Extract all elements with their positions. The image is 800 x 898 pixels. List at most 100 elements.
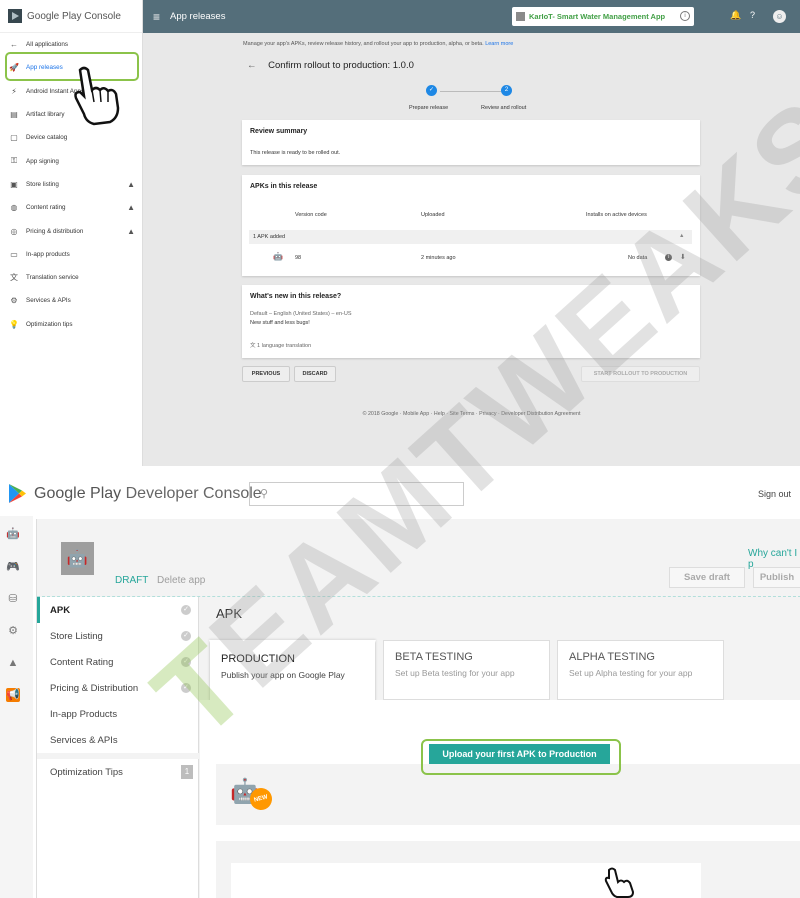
sidebar-item-label: Artifact library	[26, 111, 65, 119]
app-panel: 🤖 DRAFT Delete app Why can't I p Save dr…	[36, 519, 800, 898]
developer-console-screen: Google Play Developer Console ⚲ Sign out…	[0, 476, 800, 898]
whats-new-locale: Default – English (United States) – en-U…	[250, 311, 352, 317]
menu-item-pricing-distribution[interactable]: Pricing & Distribution ✓	[37, 675, 199, 701]
menu-item-content-rating[interactable]: Content Rating ✓	[37, 649, 199, 675]
publish-button[interactable]: Publish	[753, 567, 800, 588]
apks-card: APKs in this release Version code Upload…	[242, 175, 700, 276]
translate-icon: 文	[10, 273, 18, 283]
sidebar-item-translation-service[interactable]: 文 Translation service	[0, 266, 142, 289]
step-prepare-label: Prepare release	[409, 105, 449, 111]
menu-item-optimization-tips[interactable]: Optimization Tips 1	[37, 759, 199, 785]
step-done-icon: ✓	[426, 85, 437, 96]
tab-beta-sub: Set up Beta testing for your app	[395, 668, 515, 678]
upload-apk-button[interactable]: Upload your first APK to Production	[429, 744, 610, 764]
menu-item-label: Content Rating	[50, 656, 114, 668]
draft-status: DRAFT	[115, 575, 149, 586]
tab-production[interactable]: PRODUCTION Publish your app on Google Pl…	[209, 640, 376, 702]
instant-app-icon: ⚡	[11, 86, 17, 96]
gamepad-icon[interactable]: 🎮	[6, 560, 20, 574]
bell-icon[interactable]: 🔔	[730, 10, 741, 21]
optimization-label: Optimization Tips	[50, 766, 123, 778]
apk-installs: No data	[628, 255, 648, 261]
globe-icon: ◎	[10, 226, 18, 236]
delete-app-link[interactable]: Delete app	[157, 575, 205, 586]
whats-new-card: What's new in this release? Default – En…	[242, 285, 700, 358]
menu-item-services-apis[interactable]: Services & APIs	[37, 727, 199, 753]
store-icon: ▣	[10, 179, 18, 189]
library-icon: ▤	[10, 110, 18, 120]
sidebar-item-in-app-products[interactable]: ▭ In-app products	[0, 243, 142, 266]
alert-icon[interactable]: ▲	[6, 656, 20, 670]
database-icon[interactable]: ⛁	[6, 592, 20, 606]
download-icon[interactable]: ⬇	[680, 253, 686, 261]
tab-alpha-testing[interactable]: ALPHA TESTING Set up Alpha testing for y…	[557, 640, 724, 700]
previous-button[interactable]: PREVIOUS	[242, 366, 290, 382]
hand-pointer-icon-bottom	[604, 867, 635, 898]
tab-alpha-title: ALPHA TESTING	[569, 651, 655, 663]
brand-developer-console: Developer Console	[125, 484, 262, 502]
card-icon: ▭	[10, 249, 18, 259]
optimization-count: 1	[181, 765, 193, 779]
console-brand[interactable]: Google Play Console	[0, 0, 142, 33]
sidebar-item-label: Content rating	[26, 204, 66, 212]
search-box[interactable]: ⚲	[249, 482, 464, 506]
apk-info-icon[interactable]: i	[665, 254, 672, 261]
apk-version: 98	[295, 255, 302, 261]
app-name: KarIoT- Smart Water Management App	[529, 12, 666, 21]
sidebar-item-label: Optimization tips	[26, 320, 73, 328]
sidebar-item-content-rating[interactable]: ◍ Content rating ▲	[0, 196, 142, 219]
menu-item-apk[interactable]: APK ✓	[37, 597, 199, 623]
arrow-left-icon: ←	[10, 40, 18, 50]
settings-icon[interactable]: ⚙	[6, 624, 20, 638]
collapse-icon[interactable]: ▲	[679, 233, 684, 239]
whats-new-text: New stuff and less bugs!	[250, 320, 310, 326]
tab-beta-title: BETA TESTING	[395, 651, 473, 663]
discard-button[interactable]: DISCARD	[294, 366, 336, 382]
menu-item-label: Pricing & Distribution	[50, 682, 139, 694]
sidebar-item-label: In-app products	[26, 250, 70, 258]
apk-group-row[interactable]: 1 APK added ▲	[249, 230, 692, 244]
sidebar-item-services-apis[interactable]: ⚙ Services & APIs	[0, 289, 142, 312]
menu-item-label: Store Listing	[50, 630, 103, 642]
back-arrow-icon[interactable]: ←	[247, 60, 257, 71]
sidebar-item-pricing-distribution[interactable]: ◎ Pricing & distribution ▲	[0, 219, 142, 242]
top-header: ≡ App releases KarIoT- Smart Water Manag…	[143, 0, 800, 33]
avatar-icon[interactable]: ☺	[773, 10, 786, 23]
sidebar-item-optimization-tips[interactable]: 💡 Optimization tips	[0, 313, 142, 336]
apk-uploaded: 2 minutes ago	[421, 255, 456, 261]
menu-item-label: In-app Products	[50, 708, 118, 720]
help-icon[interactable]: ?	[750, 10, 755, 20]
warning-icon: ▲	[127, 179, 135, 189]
info-icon[interactable]: i	[680, 11, 690, 21]
sign-out-link[interactable]: Sign out	[758, 489, 791, 499]
tab-production-sub: Publish your app on Google Play	[221, 670, 345, 680]
sidebar-item-app-signing[interactable]: ⚿ App signing	[0, 149, 142, 172]
play-console-logo-icon	[8, 9, 22, 23]
sidebar-item-store-listing[interactable]: ▣ Store listing ▲	[0, 173, 142, 196]
android-icon: 🤖	[273, 252, 283, 261]
menu-item-in-app-products[interactable]: In-app Products	[37, 701, 199, 727]
page-title: ← Confirm rollout to production: 1.0.0	[247, 60, 414, 71]
learn-more-link[interactable]: Learn more	[485, 41, 513, 47]
start-rollout-button[interactable]: START ROLLOUT TO PRODUCTION	[581, 366, 700, 382]
menu-item-store-listing[interactable]: Store Listing ✓	[37, 623, 199, 649]
tab-beta-testing[interactable]: BETA TESTING Set up Beta testing for you…	[383, 640, 550, 700]
announcement-icon[interactable]: 📢	[6, 688, 20, 702]
app-android-icon: 🤖	[61, 542, 94, 575]
footer: © 2018 Google · Mobile App · Help · Site…	[362, 411, 581, 417]
intro-text: Manage your app's APKs, review release h…	[243, 41, 513, 47]
services-icon: ⚙	[10, 296, 18, 306]
intro-body: Manage your app's APKs, review release h…	[243, 41, 484, 47]
translation-label: 1 language translation	[257, 343, 312, 349]
sidebar-item-device-catalog[interactable]: ▢ Device catalog	[0, 126, 142, 149]
menu-icon[interactable]: ≡	[153, 10, 160, 24]
apk-added-label: 1 APK added	[253, 234, 286, 240]
save-draft-button[interactable]: Save draft	[669, 567, 745, 588]
warning-icon: ▲	[127, 203, 135, 213]
header-title: App releases	[170, 11, 226, 22]
search-input[interactable]	[276, 485, 456, 503]
developer-console-brand[interactable]: Google Play Developer Console	[8, 483, 262, 504]
android-rail-icon[interactable]: 🤖	[6, 527, 20, 541]
app-selector[interactable]: KarIoT- Smart Water Management App i	[512, 7, 694, 26]
sidebar-item-label: Store listing	[26, 180, 59, 188]
